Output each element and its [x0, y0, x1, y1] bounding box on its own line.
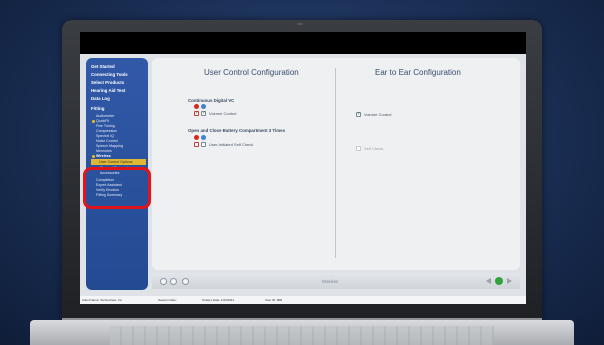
- nav-get-started[interactable]: Get Started: [91, 64, 115, 69]
- right-arrow-icon: [507, 278, 512, 284]
- status-client: Client Name: TechnoCare, Inc: [82, 298, 122, 302]
- nav-quickfit[interactable]: QuickFit: [92, 119, 109, 123]
- right-ear-icon-2: [201, 135, 206, 140]
- program-go-button[interactable]: [484, 276, 514, 286]
- wireless-tab[interactable]: Wireless: [322, 279, 338, 284]
- nav-fine-tuning[interactable]: Fine Tuning: [96, 124, 115, 128]
- webcam: [297, 23, 303, 25]
- user-control-title: User Control Configuration: [204, 68, 299, 77]
- group2-label: Open and Close Battery Compartment 3 Tim…: [188, 128, 286, 133]
- left-arrow-icon: [486, 278, 491, 284]
- nav-noise-control[interactable]: Noise Control: [96, 139, 118, 143]
- group1-checkbox-label: Volume Control: [209, 111, 237, 116]
- status-todays-date: Today's Date: 1/20/2011: [202, 298, 235, 302]
- nav-connecting-tools[interactable]: Connecting Tools: [91, 72, 128, 77]
- right-volume-checkbox[interactable]: [201, 110, 206, 116]
- status-session-date: Session Date:: [158, 298, 177, 302]
- nav-audiometer[interactable]: Audiometer: [96, 114, 114, 118]
- quickfit-bullet-icon: [92, 119, 95, 123]
- home-button[interactable]: [182, 278, 189, 285]
- nav-spectral-iq[interactable]: Spectral IQ: [96, 134, 114, 138]
- go-icon: [495, 277, 503, 285]
- group2-checkbox-label: User-Initiated Self Check: [209, 142, 254, 147]
- e2e-volume-label: Volume Control: [364, 112, 392, 117]
- e2e-selfcheck-label: Self Check: [364, 146, 384, 151]
- left-volume-checkbox[interactable]: [194, 110, 199, 116]
- back-button[interactable]: [160, 278, 167, 285]
- main-panel: User Control Configuration Ear to Ear Co…: [152, 58, 520, 270]
- status-bar: Client Name: TechnoCare, Inc Session Dat…: [80, 296, 526, 304]
- e2e-volume-checkbox[interactable]: [356, 111, 361, 117]
- e2e-selfcheck-checkbox[interactable]: [356, 146, 361, 151]
- nav-memories[interactable]: Memories: [96, 149, 112, 153]
- nav-speech-mapping[interactable]: Speech Mapping: [96, 144, 123, 148]
- nav-data-log[interactable]: Data Log: [91, 96, 110, 101]
- left-ear-icon: [194, 104, 199, 109]
- nav-select-products[interactable]: Select Products: [91, 80, 124, 85]
- status-user-id: User ID: IBM: [265, 298, 283, 302]
- nav-wireless[interactable]: Wireless: [92, 154, 111, 158]
- nav-user-control-options[interactable]: User Control Options: [91, 159, 146, 165]
- left-selfcheck-checkbox[interactable]: [194, 142, 199, 147]
- keyboard: [110, 326, 494, 345]
- left-ear-icon-2: [194, 135, 199, 140]
- group1-label: Continuous Digital VC: [188, 98, 235, 103]
- right-ear-icon: [201, 104, 206, 109]
- nav-compression[interactable]: Compression: [96, 129, 117, 133]
- nav-hearing-aid-test[interactable]: Hearing Aid Test: [91, 88, 125, 93]
- nav-fitting[interactable]: Fitting: [91, 106, 104, 111]
- annotation-ring: [83, 167, 151, 209]
- ear-to-ear-title: Ear to Ear Configuration: [375, 68, 461, 77]
- right-selfcheck-checkbox[interactable]: [201, 142, 206, 147]
- panel-divider: [335, 68, 336, 258]
- wireless-bullet-icon: [92, 154, 95, 158]
- bottom-toolbar: Wireless: [152, 273, 520, 289]
- forward-button[interactable]: [170, 278, 177, 285]
